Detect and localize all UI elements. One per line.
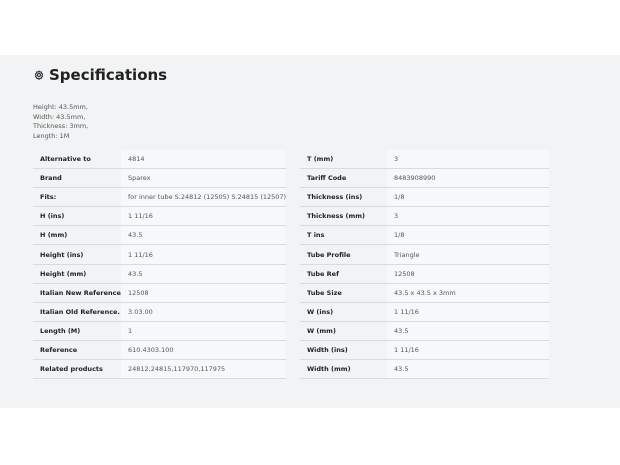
spec-key: Height (mm) [33,264,121,284]
spec-value: 3 [387,206,549,227]
spec-value: 43.5 [121,225,287,246]
spec-key: Thickness (ins) [300,187,387,208]
spec-key: W (ins) [300,302,387,322]
spec-key: Alternative to [33,150,121,170]
summary-line: Thickness: 3mm, [33,122,89,130]
spec-value: 1 11/16 [387,340,549,361]
spec-value: 43.5 x 43.5 x 3mm [387,283,549,303]
spec-value: 3 [387,150,549,170]
table-row: Italian Old Reference. 3.03.00 [33,302,287,322]
gear-icon [34,66,44,84]
spec-key: Related products [33,359,121,380]
spec-value: 8483908990 [387,168,549,189]
table-row: W (mm) 43.5 [300,321,549,341]
spec-value: 610.4303.100 [121,340,287,361]
spec-value: Triangle [387,244,549,265]
spec-key: Tube Ref [300,264,387,284]
spec-value: 12508 [387,264,549,284]
table-row: H (mm) 43.5 [33,225,287,246]
table-row: Tube Profile Triangle [300,244,549,265]
spec-value: 1 11/16 [387,302,549,322]
table-row: W (ins) 1 11/16 [300,302,549,322]
spec-key: Tube Size [300,283,387,303]
table-row: Alternative to 4814 [33,150,287,170]
spec-key: T (mm) [300,150,387,170]
spec-key: Thickness (mm) [300,206,387,227]
spec-value: Sparex [121,168,287,189]
table-row: Tube Size 43.5 x 43.5 x 3mm [300,283,549,303]
table-row: Reference 610.4303.100 [33,340,287,361]
summary-line: Height: 43.5mm, [33,103,88,111]
spec-key: Width (mm) [300,359,387,380]
table-row: T (mm) 3 [300,150,549,170]
spec-key: Tariff Code [300,168,387,189]
spec-value: 1/8 [387,225,549,246]
spec-value: 1 [121,321,287,341]
table-row: Brand Sparex [33,168,287,189]
spec-key: Height (ins) [33,244,121,265]
spec-value: 43.5 [387,359,549,380]
spec-value: 43.5 [121,264,287,284]
spec-key: H (ins) [33,206,121,227]
table-row: Related products 24812,24815,117970,11797… [33,359,287,380]
spec-value: 3.03.00 [121,302,287,322]
spec-value: 43.5 [387,321,549,341]
spec-value: 1/8 [387,187,549,208]
spec-key: Italian New Reference [33,283,121,303]
spec-table-right: T (mm) 3 Tariff Code 8483908990 Thickness … [300,150,549,380]
spec-value: 1 11/16 [121,244,287,265]
table-row: Italian New Reference 12508 [33,283,287,303]
section-title: Specifications [49,66,168,84]
spec-key: Tube Profile [300,244,387,265]
spec-key: W (mm) [300,321,387,341]
table-row: H (ins) 1 11/16 [33,206,287,227]
spec-key: T ins [300,225,387,246]
spec-summary: Height: 43.5mm, Width: 43.5mm, Thickness… [33,103,88,141]
table-row: Tariff Code 8483908990 [300,168,549,189]
summary-line: Width: 43.5mm, [33,112,86,121]
spec-value: 1 11/16 [121,206,287,227]
spec-key: Length (M) [33,321,121,341]
spec-key: Reference [33,340,121,361]
spec-key: H (mm) [33,225,121,246]
table-row: Height (ins) 1 11/16 [33,244,287,265]
table-row: Thickness (mm) 3 [300,206,549,227]
table-row: Height (mm) 43.5 [33,264,287,284]
spec-key: Width (ins) [300,340,387,361]
spec-value: for inner tube S.24812 (12505) S.24815 (… [121,187,287,208]
table-row: Tube Ref 12508 [300,264,549,284]
spec-value: 12508 [121,283,287,303]
table-row: Width (mm) 43.5 [300,359,549,380]
table-row: Fits: for inner tube S.24812 (12505) S.24… [33,187,287,208]
table-row: T ins 1/8 [300,225,549,246]
spec-value: 24812,24815,117970,117975 [121,359,287,380]
spec-key: Fits: [33,187,121,208]
table-row: Length (M) 1 [33,321,287,341]
spec-key: Italian Old Reference. [33,302,121,322]
section-heading: Specifications [34,66,167,84]
table-row: Thickness (ins) 1/8 [300,187,549,208]
spec-key: Brand [33,168,121,189]
summary-line: Length: 1M [33,131,70,140]
spec-value: 4814 [121,150,287,170]
spec-table-left: Alternative to 4814 Brand Sparex Fits: for … [33,150,287,380]
table-row: Width (ins) 1 11/16 [300,340,549,361]
